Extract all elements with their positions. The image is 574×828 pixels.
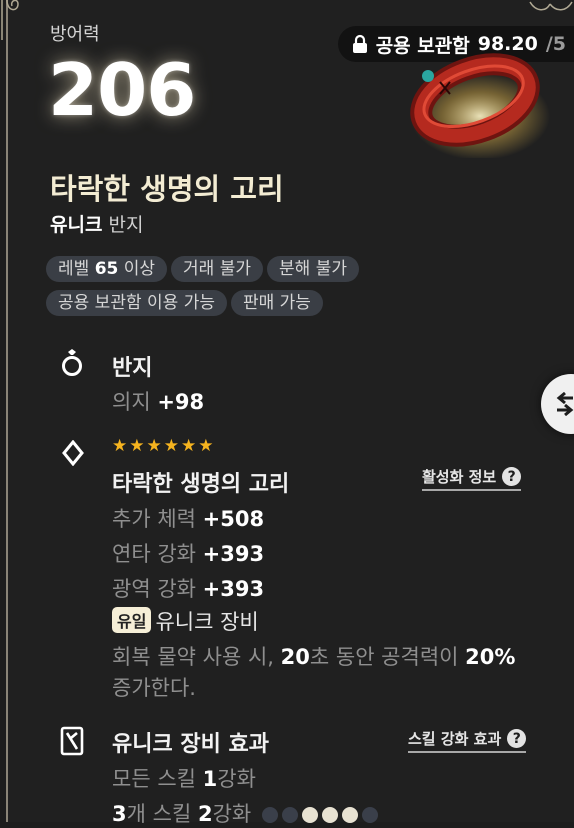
- star-icon: ★: [129, 436, 145, 456]
- item-rarity: 유니크: [50, 214, 103, 236]
- item-name: 타락한 생명의 고리: [50, 172, 284, 206]
- all-skill-line: 모든 스킬 1강화: [112, 767, 256, 791]
- unique-badge: 유일: [112, 607, 152, 633]
- question-icon: ?: [502, 467, 522, 486]
- tag-dismantle: 분해 불가: [267, 256, 359, 282]
- diamond-icon: [62, 440, 84, 466]
- skill-dot: [361, 807, 378, 823]
- tag-list: 레벨 65 이상 거래 불가 분해 불가공용 보관함 이용 가능 판매 가능: [46, 256, 406, 324]
- question-icon: ?: [507, 729, 527, 748]
- set-stat-area: 광역 강화 +393: [112, 577, 265, 601]
- back-arrow-icon: [556, 392, 574, 416]
- tag-level: 레벨 65 이상: [46, 256, 168, 282]
- defense-label: 방어력: [50, 24, 100, 45]
- ring-icon: [62, 349, 82, 376]
- star-icon: ★: [181, 436, 197, 456]
- skill-dot: [301, 807, 318, 823]
- tag-trade: 거래 불가: [171, 256, 264, 282]
- star-icon: ★: [198, 436, 214, 456]
- lock-icon: [352, 34, 367, 53]
- star-icon: ★: [163, 436, 179, 456]
- unique-effect-title: 유니크 장비 효과: [112, 732, 269, 757]
- star-icon: ★: [146, 436, 162, 456]
- skill-dots: [261, 807, 378, 823]
- base-stat-line: 의지 +98: [112, 390, 205, 414]
- item-rarity-type: 유니크 반지: [50, 210, 143, 237]
- three-skill-line: 3개 스킬 2강화: [112, 798, 378, 828]
- star-rating: ★ ★ ★ ★ ★ ★: [112, 438, 214, 455]
- tag-sell: 판매 가능: [230, 290, 323, 316]
- set-stat-hp: 추가 체력 +508: [112, 507, 265, 531]
- skill-dot: [261, 807, 278, 823]
- item-type: 반지: [108, 214, 144, 236]
- unique-card-icon: [60, 726, 84, 756]
- set-stat-combo: 연타 강화 +393: [112, 542, 265, 566]
- base-stat-title: 반지: [112, 356, 153, 381]
- effect-description: 회복 물약 사용 시, 20초 동안 공격력이 20% 증가한다.: [112, 645, 516, 700]
- skill-boost-link[interactable]: 스킬 강화 효과 ?: [408, 728, 527, 753]
- skill-dot: [321, 807, 338, 823]
- ring-item-image: [410, 53, 550, 158]
- activation-info-link[interactable]: 활성화 정보 ?: [422, 466, 522, 491]
- ornament-corner-right: [529, 1, 573, 11]
- tag-storage: 공용 보관함 이용 가능: [46, 290, 227, 316]
- skill-dot: [281, 807, 298, 823]
- skill-dot: [341, 807, 358, 823]
- star-icon: ★: [112, 436, 128, 456]
- set-effect-title: 타락한 생명의 고리: [112, 472, 290, 497]
- unique-equip-line: 유일 유니크 장비: [112, 606, 259, 636]
- ornament-corner-left: [1, 0, 19, 40]
- defense-value: 206: [48, 48, 196, 132]
